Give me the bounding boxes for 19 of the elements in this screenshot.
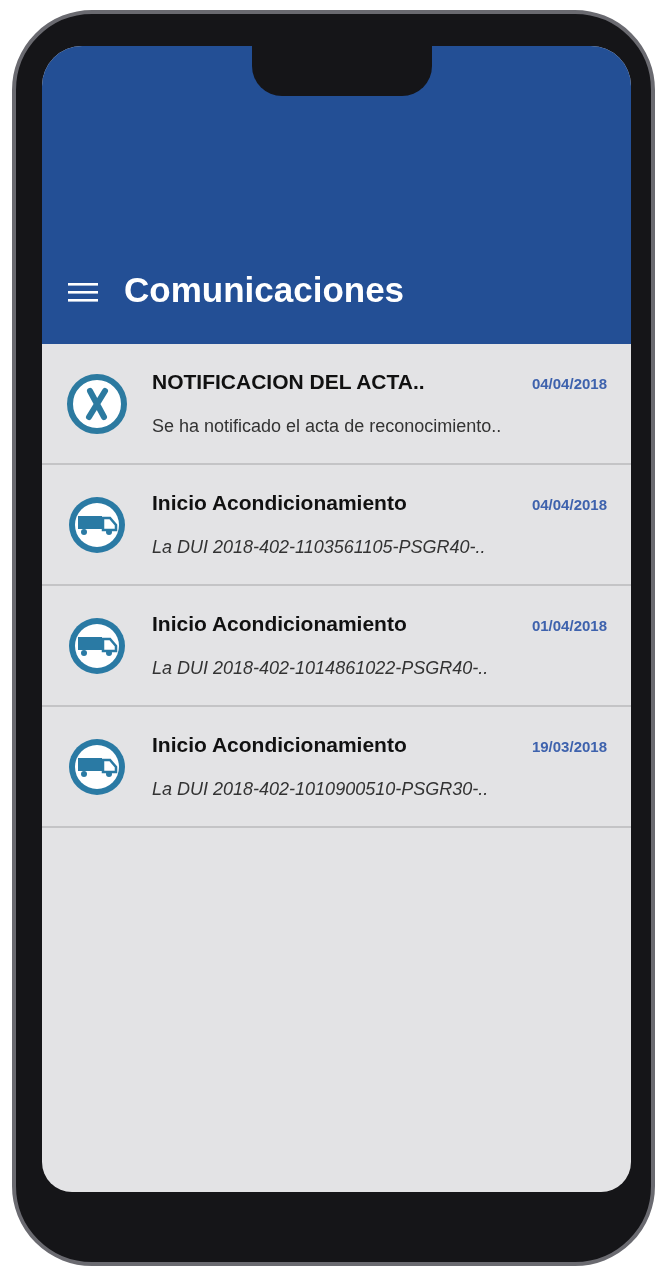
- menu-icon[interactable]: [68, 282, 98, 302]
- message-title: Inicio Acondicionamiento: [152, 491, 407, 515]
- message-title: NOTIFICACION DEL ACTA..: [152, 370, 425, 394]
- message-date: 01/04/2018: [531, 617, 607, 634]
- message-title: Inicio Acondicionamiento: [152, 733, 407, 757]
- message-item[interactable]: Inicio Acondicionamiento 19/03/2018 La DUI 2018-402-1010900510-PSGR30-..: [42, 707, 631, 828]
- message-title: Inicio Acondicionamiento: [152, 612, 407, 636]
- message-summary: La DUI 2018-402-1103561105-PSGR40-..: [152, 537, 487, 558]
- message-summary: La DUI 2018-402-1010900510-PSGR30-..: [152, 779, 490, 800]
- message-item[interactable]: NOTIFICACION DEL ACTA.. 04/04/2018 Se ha notificado el acta de reconocimiento..: [42, 344, 631, 465]
- message-date: 04/04/2018: [531, 496, 607, 513]
- message-date: 19/03/2018: [531, 738, 607, 755]
- message-date: 04/04/2018: [531, 375, 607, 392]
- message-summary: La DUI 2018-402-1014861022-PSGR40-..: [152, 658, 490, 679]
- message-item[interactable]: Inicio Acondicionamiento 04/04/2018 La DUI 2018-402-1103561105-PSGR40-..: [42, 465, 631, 586]
- x-circle-icon: [66, 372, 128, 435]
- message-summary: Se ha notificado el acta de reconocimiento..: [152, 416, 503, 437]
- message-item[interactable]: Inicio Acondicionamiento 01/04/2018 La DUI 2018-402-1014861022-PSGR40-..: [42, 586, 631, 707]
- screen-title: Comunicaciones: [124, 270, 405, 310]
